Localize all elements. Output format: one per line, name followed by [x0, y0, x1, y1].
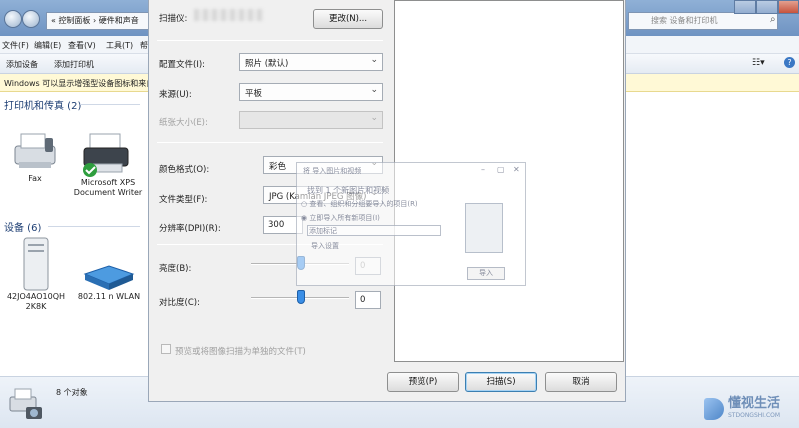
close-icon: ✕	[513, 165, 520, 174]
view-options-icon[interactable]: ☷▾	[752, 58, 765, 68]
document-icon	[465, 203, 503, 253]
profile-label: 配置文件(I):	[159, 60, 206, 70]
contrast-slider-thumb[interactable]	[297, 290, 305, 304]
network-adapter-icon	[83, 265, 135, 290]
source-select[interactable]: 平板 ⌄	[239, 83, 383, 101]
search-icon: ⌕	[770, 14, 776, 25]
device-label: 42JO4AO10QH 2K8K	[6, 292, 66, 311]
group-divider	[80, 104, 140, 105]
device-item-xps-writer[interactable]: Microsoft XPS Document Writer	[72, 130, 144, 214]
cancel-button[interactable]: 取消	[545, 372, 617, 392]
preview-separate-files-checkbox[interactable]	[161, 344, 171, 354]
color-format-value: 彩色	[269, 162, 287, 172]
chevron-down-icon: ⌄	[370, 55, 378, 65]
address-bar[interactable]: « 控制面板 › 硬件和声音	[46, 12, 158, 30]
watermark-domain: STDONGSHI.COM	[728, 412, 781, 419]
profile-select[interactable]: 照片 (默认) ⌄	[239, 53, 383, 71]
file-type-label: 文件类型(F):	[159, 195, 208, 205]
group-title-devices[interactable]: 设备 (6)	[4, 219, 41, 234]
printer-icon	[83, 133, 129, 177]
watermark-brand: 懂视生活	[728, 396, 781, 411]
add-device-button[interactable]: 添加设备	[6, 59, 38, 70]
source-value: 平板	[245, 89, 263, 99]
contrast-input[interactable]: 0	[355, 291, 381, 309]
profile-value: 照片 (默认)	[245, 59, 289, 69]
add-printer-button[interactable]: 添加打印机	[54, 59, 94, 70]
color-format-label: 颜色格式(O):	[159, 165, 210, 175]
ghost-title: 将 导入图片和视频	[303, 167, 362, 175]
minimize-button[interactable]	[734, 0, 756, 14]
ghost-option-review: ○ 查看、组织和分组要导入的项目(R)	[301, 200, 418, 208]
computer-icon	[23, 237, 49, 291]
group-title-printers[interactable]: 打印机和传真 (2)	[4, 97, 81, 112]
scan-button[interactable]: 扫描(S)	[465, 372, 537, 392]
paper-size-label: 纸张大小(E):	[159, 118, 208, 128]
menu-view[interactable]: 查看(V)	[68, 40, 96, 51]
device-item-computer[interactable]: 42JO4AO10QH 2K8K	[4, 236, 68, 318]
forward-button[interactable]	[22, 10, 40, 28]
search-input[interactable]: 搜索 设备和打印机	[628, 12, 778, 30]
scanner-label: 扫描仪:	[159, 14, 188, 24]
menu-help[interactable]: 帮	[140, 40, 148, 51]
preview-separate-files-label: 预览或将图像扫描为单独的文件(T)	[175, 347, 306, 357]
item-count: 8 个对象	[56, 388, 88, 397]
minimize-icon: –	[481, 165, 485, 174]
maximize-icon: ▢	[497, 165, 505, 174]
device-item-wlan[interactable]: 802.11 n WLAN	[74, 262, 144, 310]
group-divider	[48, 226, 140, 227]
source-label: 来源(U):	[159, 90, 192, 100]
contrast-label: 对比度(C):	[159, 298, 200, 308]
help-icon[interactable]: ?	[784, 57, 795, 68]
chevron-down-icon: ⌄	[370, 113, 378, 123]
dialog-divider	[157, 40, 383, 41]
close-button[interactable]	[778, 0, 799, 14]
device-label: Fax	[28, 174, 42, 183]
printer-camera-icon	[9, 388, 42, 419]
maximize-button[interactable]	[756, 0, 778, 14]
ghost-option-import-all: ◉ 立即导入所有新项目(I)	[301, 214, 380, 222]
back-button[interactable]	[4, 10, 22, 28]
device-label: 802.11 n WLAN	[77, 292, 141, 301]
fax-icon	[14, 133, 56, 168]
scanner-name-redacted	[194, 9, 264, 21]
ghost-tag-label: 添加标记	[309, 227, 337, 235]
ghost-settings-link: 导入设置	[311, 242, 339, 250]
ghost-import-button: 导入	[467, 267, 505, 280]
ghost-found-text: 找到 1 个新图片和视频	[307, 186, 390, 195]
menu-edit[interactable]: 编辑(E)	[34, 40, 61, 51]
paper-size-select: ⌄	[239, 111, 383, 129]
menu-tools[interactable]: 工具(T)	[106, 40, 133, 51]
change-scanner-button[interactable]: 更改(N)...	[313, 9, 383, 29]
chevron-down-icon: ⌄	[370, 85, 378, 95]
menu-file[interactable]: 文件(F)	[2, 40, 29, 51]
dialog-divider	[157, 142, 383, 143]
import-pictures-ghost-window: 将 导入图片和视频 – ▢ ✕ 找到 1 个新图片和视频 ○ 查看、组织和分组要…	[296, 162, 526, 286]
device-item-fax[interactable]: Fax	[6, 128, 64, 192]
preview-button[interactable]: 预览(P)	[387, 372, 459, 392]
device-label: Microsoft XPS Document Writer	[73, 178, 143, 197]
brightness-label: 亮度(B):	[159, 264, 192, 274]
resolution-label: 分辨率(DPI)(R):	[159, 224, 221, 234]
